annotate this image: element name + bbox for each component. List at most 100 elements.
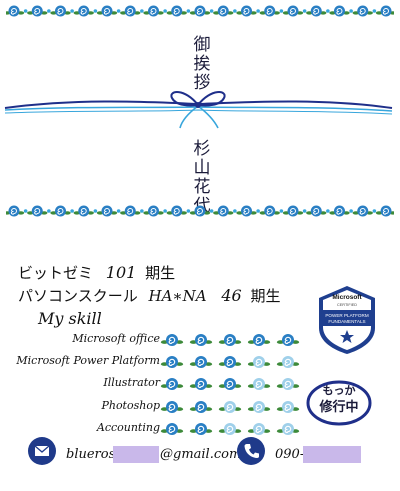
border-dot: [47, 209, 51, 213]
rose-icon: [73, 205, 94, 217]
rose-icon: [218, 401, 242, 413]
border-dot: [70, 209, 74, 213]
rose-icon: [50, 5, 71, 17]
rose-icon: [143, 205, 164, 217]
rose-icon: [247, 334, 271, 346]
school2-prefix: パソコンスクール: [18, 287, 138, 305]
stamp-line2: 修行中: [319, 400, 359, 415]
rose-icon: [189, 423, 213, 435]
skill-heading: My skill: [38, 309, 102, 328]
rose-border-top: [6, 5, 394, 17]
border-dot: [116, 9, 121, 13]
rose-icon: [120, 205, 141, 217]
skill-label: Photoshop: [101, 399, 160, 412]
rose-icon: [120, 5, 141, 17]
rose-icon: [189, 356, 213, 368]
rose-icon: [218, 334, 242, 346]
rose-border-bottom: [6, 205, 394, 217]
school1-suffix: 期生: [145, 264, 176, 282]
rose-icon: [160, 401, 184, 413]
rose-icon: [27, 205, 48, 217]
rose-icon: [160, 423, 184, 435]
rose-icon: [352, 5, 373, 17]
school-line-2: パソコンスクール HA∗NA 46 期生: [18, 285, 281, 306]
badge-line2: FUNDAMENTALS: [328, 319, 365, 324]
rose-icon: [247, 423, 271, 435]
greeting-char: 御: [193, 35, 211, 55]
rose-icon: [189, 205, 211, 217]
rose-icon: [276, 401, 300, 413]
border-dot: [163, 9, 167, 13]
rose-icon: [247, 378, 271, 390]
rose-icon: [160, 378, 184, 390]
skill-row: Illustrator: [20, 374, 310, 394]
rose-icon: [375, 5, 394, 17]
border-dot: [279, 9, 284, 13]
phone-redacted: [303, 446, 361, 463]
rose-icon: [6, 5, 25, 17]
rose-icon: [282, 205, 304, 217]
skill-rating: [160, 401, 300, 413]
ribbon-bow: [4, 91, 393, 129]
phone-prefix: 090-: [275, 447, 305, 462]
border-dot: [279, 209, 284, 213]
certification-badge: Microsoft CERTIFIED POWER PLATFORM FUNDA…: [319, 286, 375, 354]
rose-icon: [143, 5, 164, 17]
name-char: 杉: [193, 139, 211, 159]
rose-icon: [96, 5, 118, 17]
border-dot: [186, 209, 191, 213]
school1-prefix: ビットゼミ: [18, 264, 94, 282]
rose-icon: [259, 205, 280, 217]
school2-name: HA∗NA: [148, 287, 207, 305]
badge-line1: POWER PLATFORM: [325, 313, 368, 318]
stamp-line1: もっか: [322, 384, 356, 397]
border-dot: [23, 9, 28, 13]
skill-label: Microsoft Power Platform: [16, 354, 160, 367]
name-char: 山: [193, 158, 211, 178]
rose-icon: [213, 205, 234, 217]
rose-icon: [189, 401, 213, 413]
rose-icon: [247, 356, 271, 368]
rose-icon: [213, 5, 234, 17]
border-dot: [372, 209, 377, 213]
border-dot: [233, 209, 237, 213]
rose-icon: [189, 334, 213, 346]
border-dot: [233, 9, 237, 13]
school2-suffix: 期生: [250, 287, 281, 305]
skill-row: Microsoft Power Platform: [16, 352, 310, 372]
rose-icon: [276, 334, 300, 346]
border-dot: [209, 9, 214, 13]
rose-icon: [329, 205, 350, 217]
skill-row: Microsoft office: [20, 330, 310, 350]
border-dot: [140, 209, 144, 213]
rose-icon: [50, 205, 71, 217]
skill-row: Photoshop: [20, 397, 310, 417]
border-dot: [326, 209, 330, 213]
skill-rating: [160, 334, 300, 346]
rose-icon: [276, 378, 300, 390]
badge-certified: CERTIFIED: [337, 303, 357, 307]
border-dot: [140, 9, 144, 13]
skill-label: Accounting: [96, 421, 160, 434]
border-dot: [302, 209, 307, 213]
rose-icon: [282, 5, 304, 17]
border-dot: [256, 9, 260, 13]
rose-icon: [218, 378, 242, 390]
skill-label: Illustrator: [103, 376, 160, 389]
mail-icon: [28, 437, 56, 465]
skill-rating: [160, 356, 300, 368]
rose-icon: [306, 205, 327, 217]
skill-label: Microsoft office: [72, 332, 160, 345]
email-redacted: [113, 446, 159, 463]
rose-icon: [160, 356, 184, 368]
rose-icon: [276, 356, 300, 368]
rose-icon: [259, 5, 280, 17]
border-dot: [256, 209, 260, 213]
border-dot: [23, 209, 28, 213]
greeting-char: 挨: [193, 54, 211, 74]
rose-icon: [276, 423, 300, 435]
border-dot: [70, 9, 74, 13]
border-dot: [116, 209, 121, 213]
rose-icon: [218, 423, 242, 435]
email-domain: @gmail.com: [160, 447, 242, 462]
